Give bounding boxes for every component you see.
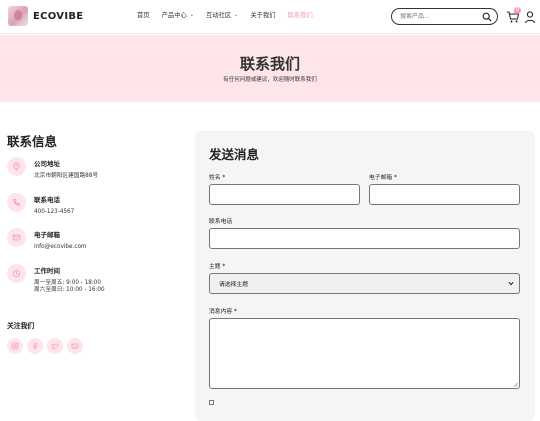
nav-label: 互动社区	[205, 12, 232, 19]
search-icon[interactable]	[482, 12, 492, 22]
site-header: ECOVIBE 首页 产品中心⌄ 互动社区⌄ 关于我们 联系我们 0	[0, 0, 540, 34]
social-instagram[interactable]	[7, 338, 23, 354]
info-icon-circle	[7, 157, 26, 176]
nav-label: 关于我们	[250, 12, 276, 19]
chevron-down-icon: ⌄	[189, 11, 194, 18]
youtube-icon	[71, 343, 79, 349]
social-facebook[interactable]	[27, 338, 43, 354]
info-icon-circle	[7, 193, 26, 212]
main-nav: 首页 产品中心 ⌄ 互动社区 ⌄ 关于我们 联系我们	[137, 10, 325, 20]
form-title: 发送消息	[209, 147, 260, 162]
message-textarea[interactable]	[209, 318, 520, 389]
phone-label: 联系电话	[209, 219, 233, 225]
nav-item-home[interactable]: 首页	[137, 10, 150, 19]
checkbox-partial[interactable]	[209, 400, 214, 405]
message-label: 消息内容 *	[209, 309, 237, 315]
info-value: 北京市朝阳区建国路88号	[34, 173, 99, 179]
info-value: info@ecovibe.com	[34, 244, 87, 250]
follow-us-title: 关注我们	[7, 322, 35, 330]
page-subtitle: 有任何问题或建议，欢迎随时联系我们	[223, 77, 317, 83]
search-input[interactable]	[400, 13, 480, 20]
name-label: 姓名 *	[209, 175, 226, 181]
info-phone: 联系电话 400-123-4567	[7, 193, 74, 216]
info-icon-circle	[7, 228, 26, 247]
contact-info-title: 联系信息	[7, 134, 58, 149]
chevron-down-icon	[508, 281, 514, 286]
name-field[interactable]	[209, 184, 360, 205]
info-label: 电子邮箱	[34, 231, 60, 239]
info-value: 周一至周五: 9:00 - 18:00 周六至周日: 10:00 - 16:00	[34, 280, 105, 294]
mail-icon	[12, 234, 21, 241]
social-links	[7, 338, 83, 354]
subject-selected-value: 请选择主题	[219, 282, 248, 288]
brand-name: ECOVIBE	[33, 10, 84, 22]
info-hours: 工作时间 周一至周五: 9:00 - 18:00 周六至周日: 10:00 - …	[7, 264, 105, 294]
brand-logo[interactable]: ECOVIBE	[8, 6, 83, 26]
phone-icon	[13, 198, 21, 206]
chevron-down-icon: ⌄	[234, 11, 239, 18]
hours-weekend: 周六至周日: 10:00 - 16:00	[34, 287, 105, 293]
nav-item-about[interactable]: 关于我们	[250, 10, 275, 19]
page-title: 联系我们	[239, 55, 300, 73]
info-label: 公司地址	[34, 160, 60, 168]
phone-field[interactable]	[209, 228, 520, 249]
social-twitter[interactable]	[47, 338, 63, 354]
subject-label: 主题 *	[209, 264, 226, 270]
clock-icon	[12, 269, 21, 278]
resize-handle-icon	[513, 382, 518, 387]
info-value: 400-123-4567	[34, 209, 75, 215]
instagram-icon	[11, 342, 19, 350]
info-label: 工作时间	[34, 267, 60, 275]
nav-label: 产品中心	[161, 12, 187, 19]
nav-item-community[interactable]: 互动社区 ⌄	[205, 10, 239, 20]
info-icon-circle	[7, 264, 26, 283]
nav-label: 首页	[137, 12, 150, 19]
nav-item-contact[interactable]: 联系我们	[288, 10, 313, 19]
info-label: 联系电话	[34, 196, 60, 204]
map-pin-icon	[13, 162, 20, 171]
social-youtube[interactable]	[67, 338, 83, 354]
nav-label: 联系我们	[287, 12, 313, 19]
email-field[interactable]	[369, 184, 520, 205]
search-box	[391, 8, 498, 25]
user-icon[interactable]	[524, 10, 536, 24]
nav-item-products[interactable]: 产品中心 ⌄	[161, 10, 194, 20]
facebook-icon	[33, 342, 38, 350]
info-address: 公司地址 北京市朝阳区建国路88号	[7, 157, 98, 180]
page-hero: 联系我们 有任何问题或建议，欢迎随时联系我们	[0, 35, 540, 102]
logo-image	[8, 6, 28, 26]
twitter-icon	[51, 343, 59, 349]
cart-count-badge: 0	[514, 7, 521, 14]
email-label: 电子邮箱 *	[369, 175, 397, 181]
form-next-row-partial	[209, 400, 217, 405]
hours-weekday: 周一至周五: 9:00 - 18:00	[34, 280, 101, 286]
subject-select[interactable]: 请选择主题	[209, 273, 520, 294]
info-email: 电子邮箱 info@ecovibe.com	[7, 228, 86, 251]
